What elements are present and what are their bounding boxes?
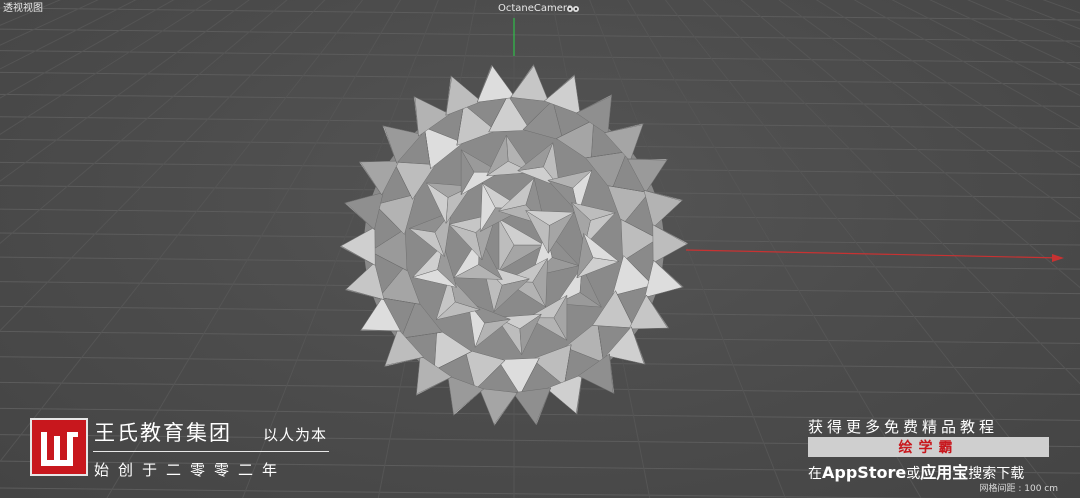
camera-icon[interactable] — [566, 4, 580, 14]
promo-mid: 或 — [906, 466, 921, 482]
promo-store: 应用宝 — [920, 463, 969, 482]
view-name-label[interactable]: 透视视图 — [3, 3, 43, 15]
brand-name: 王氏教育集团 — [94, 421, 232, 445]
spiky-sphere-model[interactable] — [339, 64, 689, 426]
grid-spacing-label: 网格间距 : 100 cm — [979, 484, 1058, 494]
brand-slogan: 以人为本 — [263, 426, 328, 444]
promo-banner: 绘学霸 — [808, 437, 1049, 457]
brand-divider — [93, 451, 329, 452]
wang-logo-icon — [30, 418, 88, 476]
brand-tagline: 始创于二零零二年 — [94, 461, 287, 479]
camera-name-label[interactable]: OctaneCamera — [498, 3, 573, 15]
promo-suffix: 搜索下载 — [968, 466, 1025, 482]
promo-prefix: 在 — [808, 466, 822, 482]
promo-appstore: AppStore — [822, 463, 907, 482]
promo-banner-text: 绘学霸 — [898, 440, 959, 456]
promo-headline: 获得更多免费精品教程 — [808, 418, 999, 436]
promo-download-line: 在AppStore或应用宝搜索下载 — [808, 459, 1024, 483]
x-axis-line — [685, 249, 1064, 262]
